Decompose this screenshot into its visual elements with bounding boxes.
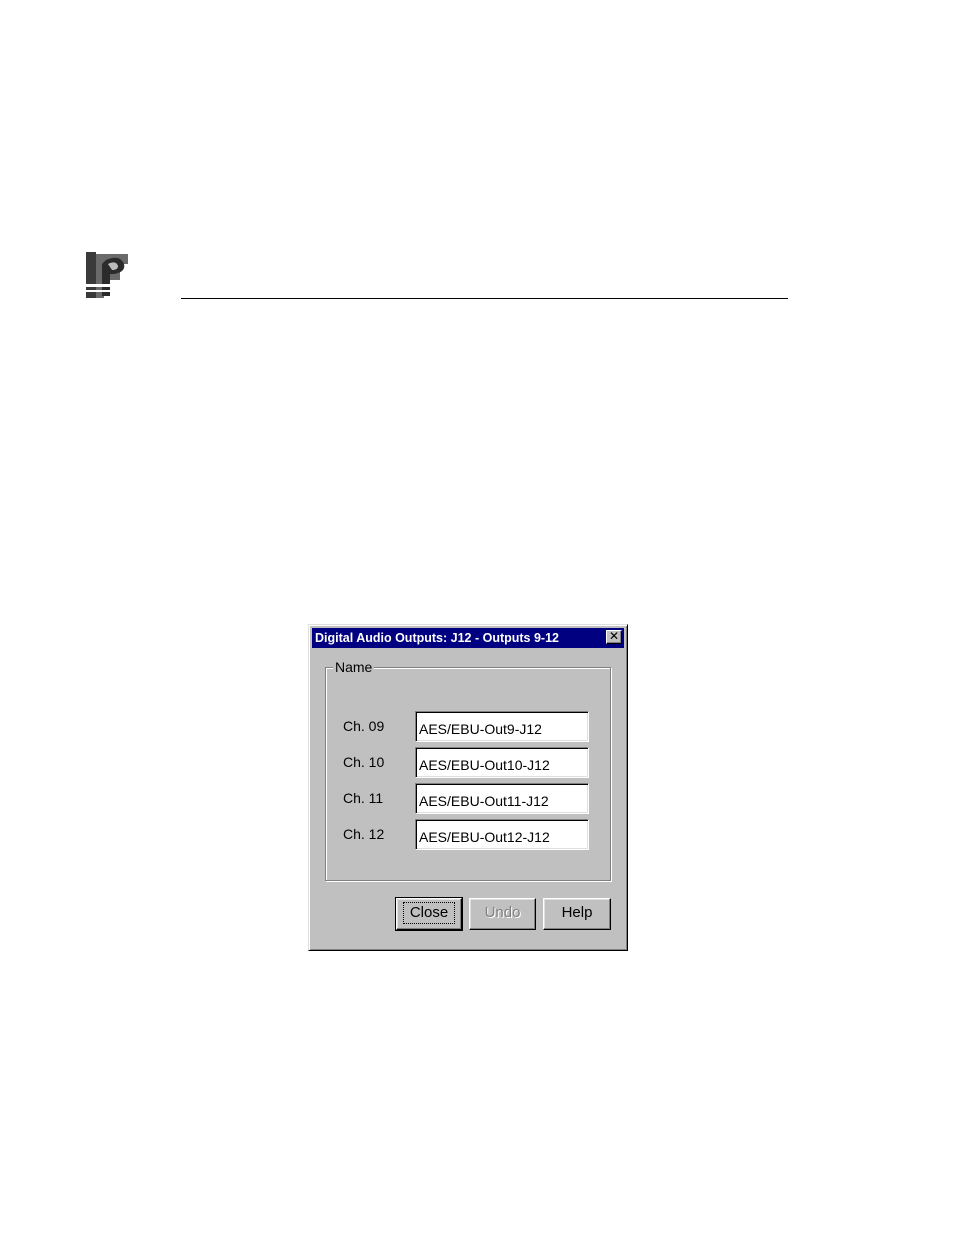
digital-audio-outputs-dialog: Digital Audio Outputs: J12 - Outputs 9-1… xyxy=(308,624,628,951)
help-button-label: Help xyxy=(561,904,593,921)
channel-name-field-10[interactable] xyxy=(415,747,589,778)
undo-button-label: Undo xyxy=(484,904,521,921)
channel-label-10: Ch. 10 xyxy=(343,754,385,770)
close-button[interactable]: Close xyxy=(395,897,463,931)
channel-name-field-09[interactable] xyxy=(415,711,589,742)
close-button-label: Close xyxy=(402,902,456,924)
company-logo xyxy=(86,250,130,302)
channel-label-09: Ch. 09 xyxy=(343,718,385,734)
undo-button[interactable]: Undo xyxy=(469,898,536,930)
header-rule xyxy=(181,298,788,299)
close-icon[interactable]: ✕ xyxy=(606,630,622,644)
help-button[interactable]: Help xyxy=(543,898,611,930)
dialog-titlebar[interactable]: Digital Audio Outputs: J12 - Outputs 9-1… xyxy=(312,628,624,648)
channel-label-12: Ch. 12 xyxy=(343,826,385,842)
group-label: Name xyxy=(333,659,375,675)
dialog-title: Digital Audio Outputs: J12 - Outputs 9-1… xyxy=(315,631,559,645)
channel-name-field-11[interactable] xyxy=(415,783,589,814)
channel-name-field-12[interactable] xyxy=(415,819,589,850)
channel-label-11: Ch. 11 xyxy=(343,790,384,806)
